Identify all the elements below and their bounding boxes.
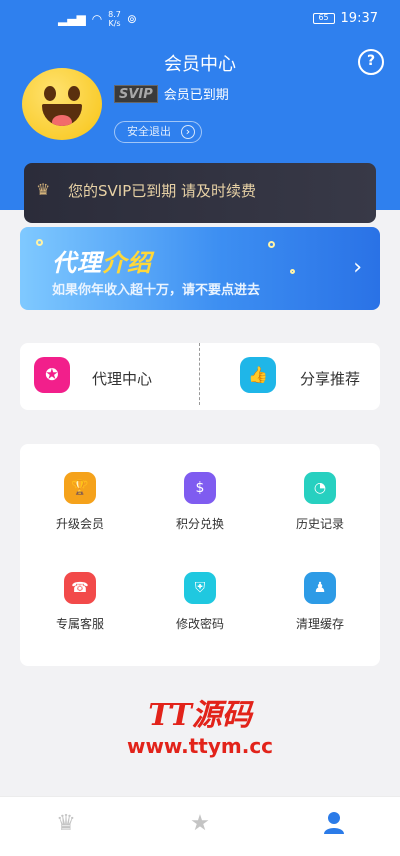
chevron-right-icon: › — [353, 255, 362, 280]
banner-subtitle: 如果你年收入超十万，请不要点进去 — [52, 283, 261, 298]
banner-title: 代理介绍 — [52, 243, 152, 278]
avatar-eye-right — [68, 86, 80, 101]
grid-item-label: 修改密码 — [175, 617, 224, 631]
entry-label: 代理中心 — [92, 370, 153, 388]
avatar[interactable] — [22, 68, 102, 140]
decor-dot — [290, 269, 295, 274]
status-bar: ▂▄▆ ◠ 8.7 K/s ⊚ 65 19:37 — [0, 8, 400, 32]
footprints-icon: ◔ — [304, 472, 336, 504]
banner-title-part1: 代理 — [52, 249, 102, 277]
status-right: 65 19:37 — [312, 11, 378, 26]
grid-item-customer-service[interactable]: ☎ 专属客服 — [20, 572, 140, 662]
star-icon[interactable]: ★ — [180, 811, 220, 841]
entry-agent-center[interactable]: ✪ 代理中心 — [20, 343, 200, 410]
entry-card: ✪ 代理中心 👍 分享推荐 — [20, 343, 380, 410]
signal-icon: ▂▄▆ — [58, 12, 86, 26]
bottom-nav: ♛ ★ — [0, 796, 400, 856]
grid-item-label: 历史记录 — [295, 517, 344, 531]
watermark-logo: TT源码 — [148, 698, 252, 733]
battery-icon: 65 — [312, 13, 335, 24]
customer-service-icon: ☎ — [64, 572, 96, 604]
svip-status-text: 会员已到期 — [163, 88, 229, 103]
grid-item-upgrade-member[interactable]: 🏆 升级会员 — [20, 472, 140, 562]
shield-lock-icon: ⛨ — [184, 572, 216, 604]
svip-badge: SVIP — [114, 84, 158, 103]
logout-label: 安全退出 — [127, 125, 171, 138]
money-bag-icon: $ — [184, 472, 216, 504]
agent-intro-banner[interactable]: 代理介绍 如果你年收入超十万，请不要点进去 › — [20, 227, 380, 310]
thumbs-up-icon: 👍 — [240, 357, 276, 393]
logout-button[interactable]: 安全退出 › — [114, 121, 202, 143]
svip-status-row: SVIP 会员已到期 — [114, 84, 229, 103]
trophy-icon: 🏆 — [64, 472, 96, 504]
avatar-mouth — [42, 104, 82, 126]
expire-notice-text: 您的SVIP已到期 请及时续费 — [68, 182, 257, 200]
grid-item-points-exchange[interactable]: $ 积分兑换 — [140, 472, 260, 562]
feature-grid: 🏆 升级会员 $ 积分兑换 ◔ 历史记录 ☎ 专属客服 ⛨ 修改密码 ♟ 清理缓… — [20, 444, 380, 666]
crown-icon: ♛ — [36, 180, 51, 199]
watermark: TT源码 www.ttym.cc — [0, 690, 400, 758]
grid-item-label: 清理缓存 — [295, 617, 344, 631]
user-clean-icon: ♟ — [304, 572, 336, 604]
grid-item-clear-cache[interactable]: ♟ 清理缓存 — [260, 572, 380, 662]
crown-icon[interactable]: ♛ — [46, 811, 86, 841]
question-circle-icon[interactable]: ? — [358, 49, 384, 75]
wifi-icon: ◠ — [91, 12, 103, 26]
grid-item-label: 专属客服 — [55, 617, 104, 631]
avatar-eye-left — [44, 86, 56, 101]
grid-item-change-password[interactable]: ⛨ 修改密码 — [140, 572, 260, 662]
medal-ribbon-icon: ✪ — [34, 357, 70, 393]
clock: 19:37 — [340, 11, 378, 26]
grid-item-label: 积分兑换 — [175, 517, 224, 531]
person-icon[interactable] — [314, 811, 354, 841]
status-left: ▂▄▆ ◠ 8.7 K/s ⊚ — [58, 10, 137, 28]
nfc-icon: ⊚ — [126, 12, 137, 26]
network-speed: 8.7 K/s — [108, 10, 121, 28]
decor-dot — [36, 239, 43, 246]
entry-share-recommend[interactable]: 👍 分享推荐 — [200, 343, 380, 410]
entry-label: 分享推荐 — [300, 370, 361, 388]
decor-dot — [268, 241, 275, 248]
banner-title-part2: 介绍 — [102, 249, 152, 277]
chevron-right-icon: › — [181, 125, 195, 139]
grid-item-history[interactable]: ◔ 历史记录 — [260, 472, 380, 562]
person-icon-svg — [324, 812, 344, 834]
svip-expire-card[interactable]: ♛ 您的SVIP已到期 请及时续费 — [24, 163, 376, 223]
watermark-url: www.ttym.cc — [126, 734, 274, 758]
grid-item-label: 升级会员 — [55, 517, 104, 531]
